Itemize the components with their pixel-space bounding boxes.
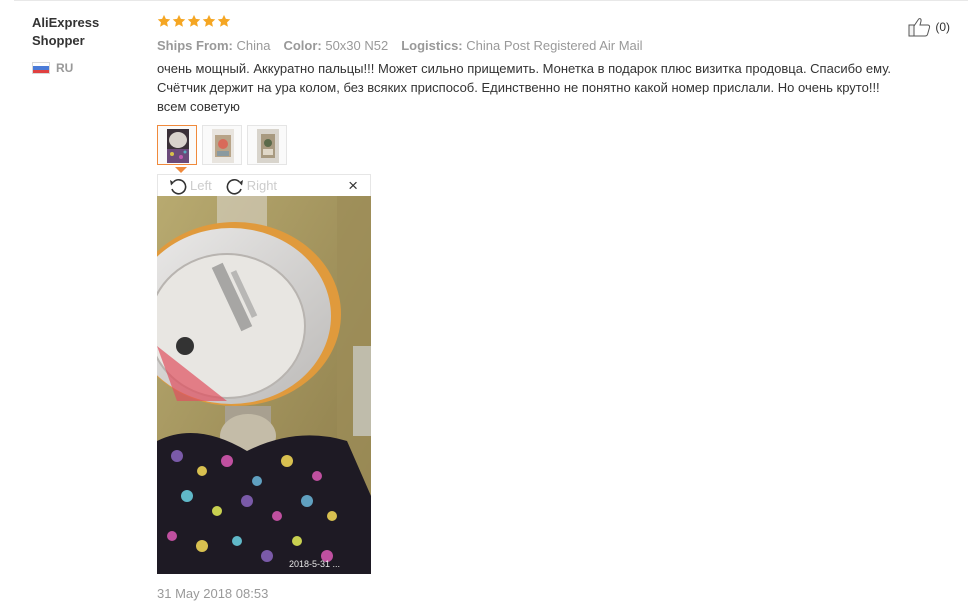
photo-timestamp: 2018-5-31 ...: [289, 559, 340, 569]
rotate-left-button[interactable]: Left: [168, 177, 212, 195]
star-icon: [187, 14, 201, 27]
reviewer-country: RU: [32, 61, 142, 75]
like-button[interactable]: (0): [908, 17, 950, 37]
like-count: (0): [935, 20, 950, 34]
star-rating: [157, 12, 957, 30]
thumbnail-image: [212, 129, 234, 163]
star-icon: [172, 14, 186, 27]
review-date: 31 May 2018 08:53: [157, 586, 269, 601]
ships-from: Ships From: China: [157, 37, 270, 55]
thumbnail-image: [167, 129, 189, 163]
thumbnail-image: [257, 129, 279, 163]
star-icon: [217, 14, 231, 27]
color-value: 50x30 N52: [325, 38, 389, 53]
star-icon: [157, 14, 171, 27]
rotate-right-icon: [226, 178, 243, 195]
image-viewer: Left Right × 2018-5-31 ...: [157, 174, 371, 574]
star-icon: [202, 14, 216, 27]
review-text: очень мощный. Аккуратно пальцы!!! Может …: [157, 61, 892, 114]
top-divider: [14, 0, 968, 1]
reviewer-name: AliExpress Shopper: [32, 15, 100, 48]
color-info: Color: 50x30 N52: [283, 37, 388, 55]
review-thumbnails: [157, 125, 957, 165]
thumbs-up-icon: [908, 18, 931, 37]
order-info: Ships From: China Color: 50x30 N52 Logis…: [157, 37, 957, 55]
ships-from-value: China: [236, 38, 271, 53]
rotate-left-icon: [170, 178, 187, 195]
review-thumbnail[interactable]: [247, 125, 287, 165]
reviewer-info: AliExpress Shopper RU: [32, 14, 142, 75]
active-thumbnail-pointer: [175, 167, 187, 173]
logistics-label: Logistics:: [401, 38, 463, 53]
review-photo: 2018-5-31 ...: [157, 196, 371, 574]
rotate-right-button[interactable]: Right: [225, 177, 277, 195]
rotate-left-label: Left: [190, 178, 212, 193]
ships-from-label: Ships From:: [157, 38, 233, 53]
review-content: (0) Ships From: China Color: 50x30 N52 L…: [157, 12, 957, 165]
logistics-value: China Post Registered Air Mail: [466, 38, 643, 53]
color-label: Color:: [283, 38, 322, 53]
logistics-info: Logistics: China Post Registered Air Mai…: [401, 37, 642, 55]
review-thumbnail[interactable]: [202, 125, 242, 165]
country-code: RU: [56, 61, 74, 75]
rotate-right-label: Right: [246, 178, 278, 193]
close-viewer-button[interactable]: ×: [348, 177, 358, 195]
viewer-toolbar: Left Right ×: [157, 174, 371, 196]
review-thumbnail[interactable]: [157, 125, 197, 165]
russia-flag-icon: [32, 62, 50, 74]
